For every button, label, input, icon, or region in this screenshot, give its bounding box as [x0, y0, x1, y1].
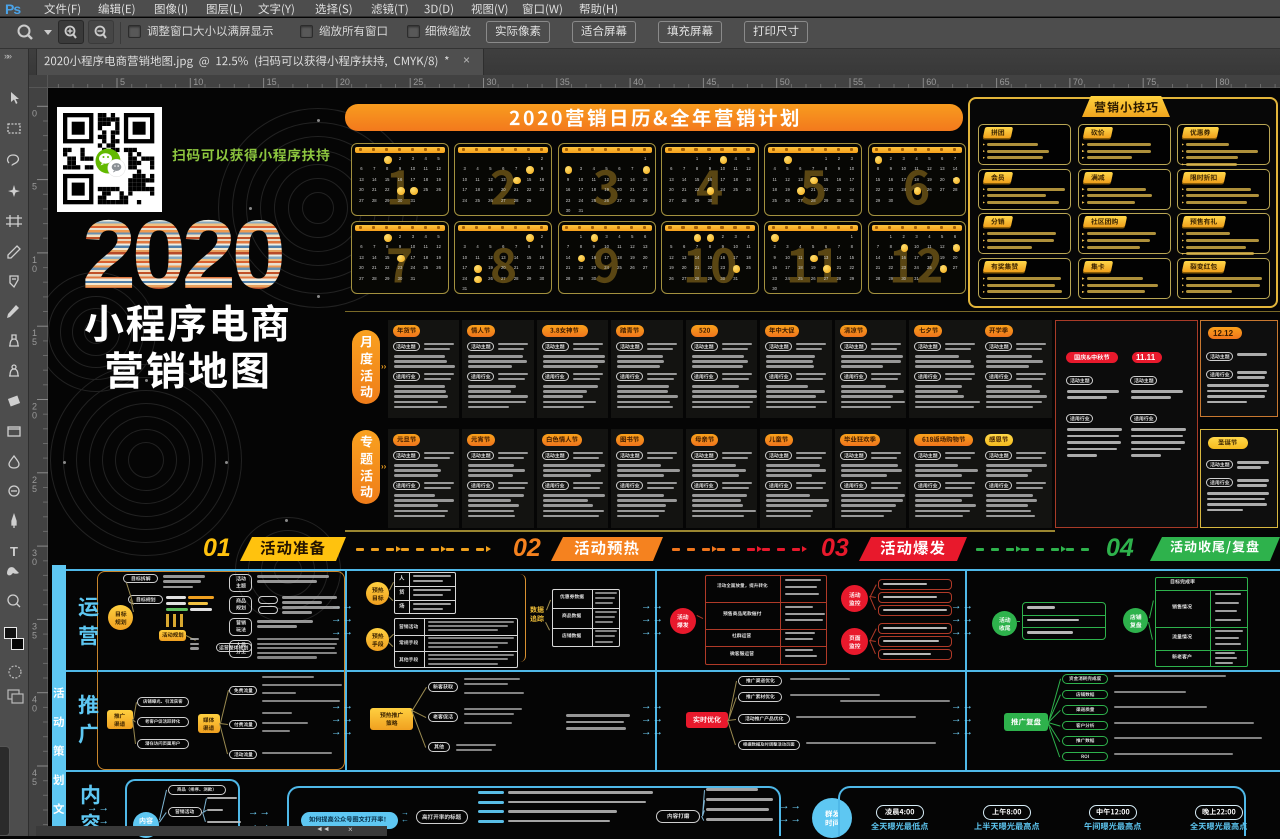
- svg-text:0: 0: [32, 411, 37, 421]
- svg-text:75: 75: [1146, 77, 1156, 87]
- svg-text:25: 25: [413, 77, 423, 87]
- svg-text:5: 5: [32, 337, 37, 347]
- svg-text:35: 35: [560, 77, 570, 87]
- svg-text:10: 10: [193, 77, 203, 87]
- svg-text:5: 5: [32, 777, 37, 787]
- svg-text:0: 0: [32, 704, 37, 714]
- svg-text:20: 20: [340, 77, 350, 87]
- svg-text:30: 30: [487, 77, 497, 87]
- svg-text:45: 45: [706, 77, 716, 87]
- svg-text:50: 50: [780, 77, 790, 87]
- svg-text:5: 5: [32, 484, 37, 494]
- svg-text:80: 80: [1220, 77, 1230, 87]
- svg-text:5: 5: [32, 630, 37, 640]
- svg-text:5: 5: [120, 77, 125, 87]
- svg-text:5: 5: [32, 182, 37, 192]
- svg-text:0: 0: [32, 264, 37, 274]
- svg-text:65: 65: [1000, 77, 1010, 87]
- svg-text:55: 55: [853, 77, 863, 87]
- svg-text:T: T: [10, 544, 18, 559]
- svg-text:60: 60: [926, 77, 936, 87]
- svg-text:0: 0: [32, 108, 37, 118]
- svg-text:15: 15: [267, 77, 277, 87]
- svg-text:40: 40: [633, 77, 643, 87]
- svg-text:0: 0: [32, 557, 37, 567]
- svg-text:70: 70: [1073, 77, 1083, 87]
